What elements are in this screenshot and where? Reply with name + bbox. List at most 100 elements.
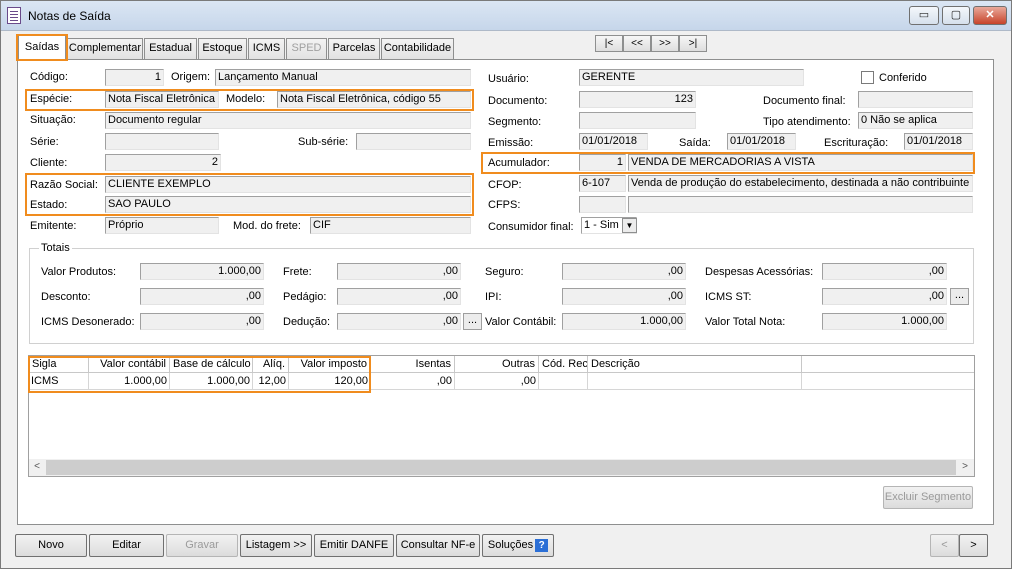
- grid-cell-cod-rec[interactable]: [539, 373, 588, 390]
- totais-title: Totais: [39, 242, 72, 254]
- desconto-field[interactable]: ,00: [140, 288, 264, 305]
- documento-field[interactable]: 123: [579, 91, 696, 108]
- razao-social-label: Razão Social:: [30, 179, 98, 191]
- scroll-right-icon[interactable]: >: [957, 460, 973, 475]
- valor-produtos-field[interactable]: 1.000,00: [140, 263, 264, 280]
- razao-social-field: CLIENTE EXEMPLO: [105, 176, 471, 193]
- notas-de-saida-window: Notas de Saída ▭ ▢ ✕ Saídas Complementar…: [0, 0, 1012, 569]
- desconto-label: Desconto:: [41, 291, 91, 303]
- subserie-field[interactable]: [356, 133, 471, 150]
- impostos-grid[interactable]: Sigla Valor contábil Base de cálculo Alí…: [28, 355, 975, 477]
- cliente-field[interactable]: 2: [105, 154, 221, 171]
- chevron-down-icon[interactable]: ▼: [622, 218, 637, 233]
- origem-field: Lançamento Manual: [215, 69, 471, 86]
- cfop-code-field[interactable]: 6-107: [579, 175, 626, 192]
- solucoes-button[interactable]: Soluções?: [482, 534, 554, 557]
- subserie-label: Sub-série:: [298, 136, 349, 148]
- icms-desonerado-field[interactable]: ,00: [140, 313, 264, 330]
- grid-header-filler: [802, 356, 974, 373]
- grid-cell-aliquota[interactable]: 12,00: [253, 373, 289, 390]
- scroll-thumb[interactable]: [46, 460, 956, 475]
- grid-cell-valor-imposto[interactable]: 120,00: [289, 373, 371, 390]
- emissao-field[interactable]: 01/01/2018: [579, 133, 648, 150]
- serie-field[interactable]: [105, 133, 219, 150]
- documento-final-field[interactable]: [858, 91, 973, 108]
- tipo-atendimento-label: Tipo atendimento:: [763, 116, 851, 128]
- ipi-field[interactable]: ,00: [562, 288, 686, 305]
- novo-button[interactable]: Novo: [15, 534, 87, 557]
- valor-total-nota-field[interactable]: 1.000,00: [822, 313, 947, 330]
- acumulador-code-field[interactable]: 1: [579, 154, 626, 171]
- deducao-field[interactable]: ,00: [337, 313, 461, 330]
- cfps-code-field[interactable]: [579, 196, 626, 213]
- cfop-label: CFOP:: [488, 179, 522, 191]
- despesas-acessorias-field[interactable]: ,00: [822, 263, 947, 280]
- icms-st-field[interactable]: ,00: [822, 288, 947, 305]
- despesas-acessorias-label: Despesas Acessórias:: [705, 266, 814, 278]
- acumulador-label: Acumulador:: [488, 157, 550, 169]
- grid-header-descricao[interactable]: Descrição: [588, 356, 802, 373]
- grid-header-base-calculo[interactable]: Base de cálculo: [170, 356, 253, 373]
- excluir-segmento-button[interactable]: Excluir Segmento: [883, 486, 973, 509]
- saida-field[interactable]: 01/01/2018: [727, 133, 796, 150]
- grid-header-sigla[interactable]: Sigla: [29, 356, 89, 373]
- saida-label: Saída:: [679, 137, 711, 149]
- grid-cell-isentas[interactable]: ,00: [371, 373, 455, 390]
- escrituracao-field[interactable]: 01/01/2018: [904, 133, 973, 150]
- tipo-atendimento-field[interactable]: 0 Não se aplica: [858, 112, 973, 129]
- grid-cell-sigla[interactable]: ICMS: [29, 373, 89, 390]
- grid-cell-filler: [802, 373, 974, 390]
- seguro-field[interactable]: ,00: [562, 263, 686, 280]
- situacao-field[interactable]: Documento regular: [105, 112, 471, 129]
- grid-cell-base-calculo[interactable]: 1.000,00: [170, 373, 253, 390]
- icms-st-ellipsis-button[interactable]: ...: [950, 288, 969, 305]
- grid-horizontal-scrollbar[interactable]: < >: [29, 459, 974, 476]
- icms-st-label: ICMS ST:: [705, 291, 752, 303]
- consultar-nfe-button[interactable]: Consultar NF-e: [396, 534, 480, 557]
- listagem-button[interactable]: Listagem >>: [240, 534, 312, 557]
- conferido-checkbox[interactable]: [861, 71, 874, 84]
- segmento-field[interactable]: [579, 112, 696, 129]
- grid-cell-descricao[interactable]: [588, 373, 802, 390]
- valor-contabil-field[interactable]: 1.000,00: [562, 313, 686, 330]
- grid-header-outras[interactable]: Outras: [455, 356, 539, 373]
- grid-cell-outras[interactable]: ,00: [455, 373, 539, 390]
- cfps-label: CFPS:: [488, 199, 521, 211]
- grid-header-aliquota[interactable]: Alíq.: [253, 356, 289, 373]
- estado-field: SAO PAULO: [105, 196, 471, 213]
- valor-contabil-label: Valor Contábil:: [485, 316, 557, 328]
- frete-total-field[interactable]: ,00: [337, 263, 461, 280]
- grid-header-cod-rec[interactable]: Cód. Rec.: [539, 356, 588, 373]
- ipi-label: IPI:: [485, 291, 502, 303]
- documento-final-label: Documento final:: [763, 95, 846, 107]
- emitente-label: Emitente:: [30, 220, 77, 232]
- valor-total-nota-label: Valor Total Nota:: [705, 316, 786, 328]
- deducao-label: Dedução:: [283, 316, 331, 328]
- emitente-field[interactable]: Próprio: [105, 217, 219, 234]
- valor-produtos-label: Valor Produtos:: [41, 266, 117, 278]
- form-content: Código: 1 Origem: Lançamento Manual Espé…: [1, 1, 1011, 568]
- pedagio-label: Pedágio:: [283, 291, 327, 303]
- grid-cell-valor-contabil[interactable]: 1.000,00: [89, 373, 170, 390]
- emitir-danfe-button[interactable]: Emitir DANFE: [314, 534, 394, 557]
- scroll-left-icon[interactable]: <: [29, 460, 45, 475]
- grid-header-isentas[interactable]: Isentas: [371, 356, 455, 373]
- pedagio-field[interactable]: ,00: [337, 288, 461, 305]
- escrituracao-label: Escrituração:: [824, 137, 889, 149]
- deducao-ellipsis-button[interactable]: ...: [463, 313, 482, 330]
- gravar-button: Gravar: [166, 534, 238, 557]
- frete-total-label: Frete:: [283, 266, 312, 278]
- editar-button[interactable]: Editar: [89, 534, 164, 557]
- especie-field[interactable]: Nota Fiscal Eletrônica: [105, 91, 219, 108]
- codigo-field[interactable]: 1: [105, 69, 164, 86]
- acumulador-description-field: VENDA DE MERCADORIAS A VISTA: [628, 154, 973, 171]
- usuario-label: Usuário:: [488, 73, 529, 85]
- grid-header-valor-contabil[interactable]: Valor contábil: [89, 356, 170, 373]
- next-page-button[interactable]: >: [959, 534, 988, 557]
- previous-page-button[interactable]: <: [930, 534, 959, 557]
- grid-header-valor-imposto[interactable]: Valor imposto: [289, 356, 371, 373]
- frete-field[interactable]: CIF: [310, 217, 471, 234]
- modelo-label: Modelo:: [226, 93, 266, 105]
- cfps-description-field: [628, 196, 973, 213]
- cliente-label: Cliente:: [30, 157, 68, 169]
